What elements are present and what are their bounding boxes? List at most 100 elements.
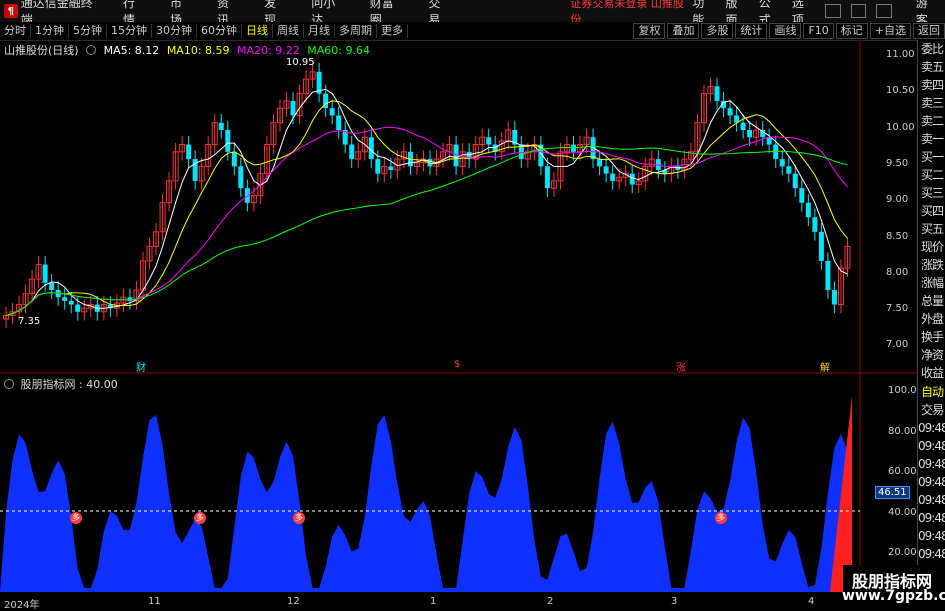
sidebar-item[interactable]: 涨幅 — [918, 274, 945, 292]
sidebar-item[interactable]: 卖二 — [918, 112, 945, 130]
marker-dollar[interactable]: $ — [454, 359, 460, 370]
indicator-title: 股朋指标网 : 40.00 — [20, 378, 118, 391]
candle — [68, 300, 74, 305]
candle — [610, 173, 616, 181]
tool-stats[interactable]: 统计 — [735, 23, 768, 39]
ma20-value: MA20: 9.22 — [237, 44, 300, 57]
sidebar-item[interactable]: 自动 — [918, 383, 945, 401]
candle — [290, 100, 296, 116]
settings-circle-icon[interactable] — [4, 379, 14, 389]
candle — [779, 159, 785, 167]
period-weekly[interactable]: 周线 — [273, 24, 304, 38]
sidebar-item[interactable]: 交易 — [918, 401, 945, 419]
sidebar-item[interactable]: 买一 — [918, 148, 945, 166]
settings-circle-icon[interactable] — [86, 45, 97, 55]
sidebar-item[interactable]: 换手 — [918, 328, 945, 346]
tool-add-favorite[interactable]: +自选 — [869, 23, 911, 39]
window-button-icon[interactable] — [876, 4, 892, 18]
candle — [571, 144, 577, 152]
high-price-label: 10.95 — [286, 57, 315, 68]
period-more[interactable]: 更多 — [377, 24, 408, 38]
sidebar-item[interactable]: 现价 — [918, 238, 945, 256]
period-15min[interactable]: 15分钟 — [107, 24, 152, 38]
sidebar-item[interactable]: 卖四 — [918, 76, 945, 94]
candle — [766, 137, 772, 145]
candle — [238, 166, 244, 189]
sidebar-item[interactable]: 买四 — [918, 202, 945, 220]
ma5-line — [5, 88, 848, 316]
sidebar-item[interactable]: 委比 — [918, 40, 945, 58]
signal-badge[interactable]: 多 — [70, 512, 82, 524]
sidebar-item: 09:48 — [918, 529, 945, 543]
candle — [825, 260, 831, 290]
period-5min[interactable]: 5分钟 — [69, 24, 107, 38]
price-axis-tick: 7.00 — [886, 339, 909, 351]
candle — [42, 264, 48, 283]
window-button-icon[interactable] — [825, 4, 841, 18]
sidebar-item[interactable]: 外盘 — [918, 310, 945, 328]
period-1min[interactable]: 1分钟 — [31, 24, 69, 38]
candle — [629, 173, 635, 185]
sidebar-item[interactable]: 总量 — [918, 292, 945, 310]
window-button-icon[interactable] — [850, 4, 867, 18]
period-monthly[interactable]: 月线 — [304, 24, 335, 38]
period-60min[interactable]: 60分钟 — [197, 24, 242, 38]
sidebar-item[interactable]: 卖一 — [918, 130, 945, 148]
tool-mark[interactable]: 标记 — [835, 23, 868, 39]
candle — [186, 144, 192, 160]
candle — [714, 86, 720, 101]
candle — [225, 130, 231, 152]
sidebar-item[interactable]: 买五 — [918, 220, 945, 238]
tool-draw[interactable]: 画线 — [769, 23, 802, 39]
candle — [49, 282, 55, 290]
ma5-value: MA5: 8.12 — [103, 44, 160, 57]
date-label: 11 — [148, 596, 161, 607]
candle — [62, 297, 68, 301]
candle — [597, 159, 603, 167]
sidebar-item: 09:48 — [918, 439, 945, 453]
period-30min[interactable]: 30分钟 — [152, 24, 197, 38]
tool-back[interactable]: 返回 — [913, 23, 945, 39]
sidebar-item[interactable]: 买三 — [918, 184, 945, 202]
sidebar-item[interactable]: 卖五 — [918, 58, 945, 76]
sidebar-item: 09:48 — [918, 457, 945, 471]
ma10-line — [5, 100, 848, 316]
tool-multi-stock[interactable]: 多股 — [701, 23, 734, 39]
price-axis-tick: 9.00 — [886, 194, 909, 206]
marker-unlock[interactable]: 解 — [820, 359, 830, 374]
signal-badge[interactable]: 多 — [715, 512, 727, 524]
period-daily[interactable]: 日线 — [242, 24, 273, 38]
tool-f10[interactable]: F10 — [803, 23, 834, 39]
indicator-area — [0, 396, 852, 592]
candle — [747, 130, 753, 138]
candle — [831, 290, 837, 305]
sidebar-item[interactable]: 卖三 — [918, 94, 945, 112]
low-price-label: 7.35 — [18, 316, 41, 327]
sidebar-item: 09:48 — [918, 511, 945, 525]
sidebar-item[interactable]: 买二 — [918, 166, 945, 184]
candle — [75, 304, 81, 312]
ma60-line — [5, 145, 848, 316]
ma20-line — [5, 126, 848, 316]
marker-rise[interactable]: 涨 — [676, 359, 686, 374]
signal-badge[interactable]: 多 — [194, 512, 206, 524]
period-multi[interactable]: 多周期 — [335, 24, 377, 38]
sidebar-item: 09:48 — [918, 421, 945, 435]
candle — [349, 144, 355, 160]
period-toolbar: 分时 1分钟 5分钟 15分钟 30分钟 60分钟 日线 周线 月线 多周期 更… — [0, 22, 945, 41]
period-timeshare[interactable]: 分时 — [0, 24, 31, 38]
tool-overlay[interactable]: 叠加 — [667, 23, 700, 39]
marker-finance[interactable]: 财 — [136, 359, 146, 374]
sidebar-item[interactable]: 净资 — [918, 346, 945, 364]
sidebar-item: 09:48 — [918, 547, 945, 561]
indicator-axis-tick: 40.00 — [888, 506, 917, 518]
date-label: 1 — [430, 596, 437, 607]
sidebar-item[interactable]: 收益 — [918, 364, 945, 382]
tool-adjust[interactable]: 复权 — [633, 23, 666, 39]
indicator-legend: 股朋指标网 : 40.00 — [4, 376, 118, 392]
kline-chart[interactable] — [0, 40, 917, 609]
sidebar-item[interactable]: 涨跌 — [918, 256, 945, 274]
signal-badge[interactable]: 多 — [293, 512, 305, 524]
date-label: 3 — [671, 596, 678, 607]
stock-title: 山推股份(日线) — [4, 44, 79, 57]
